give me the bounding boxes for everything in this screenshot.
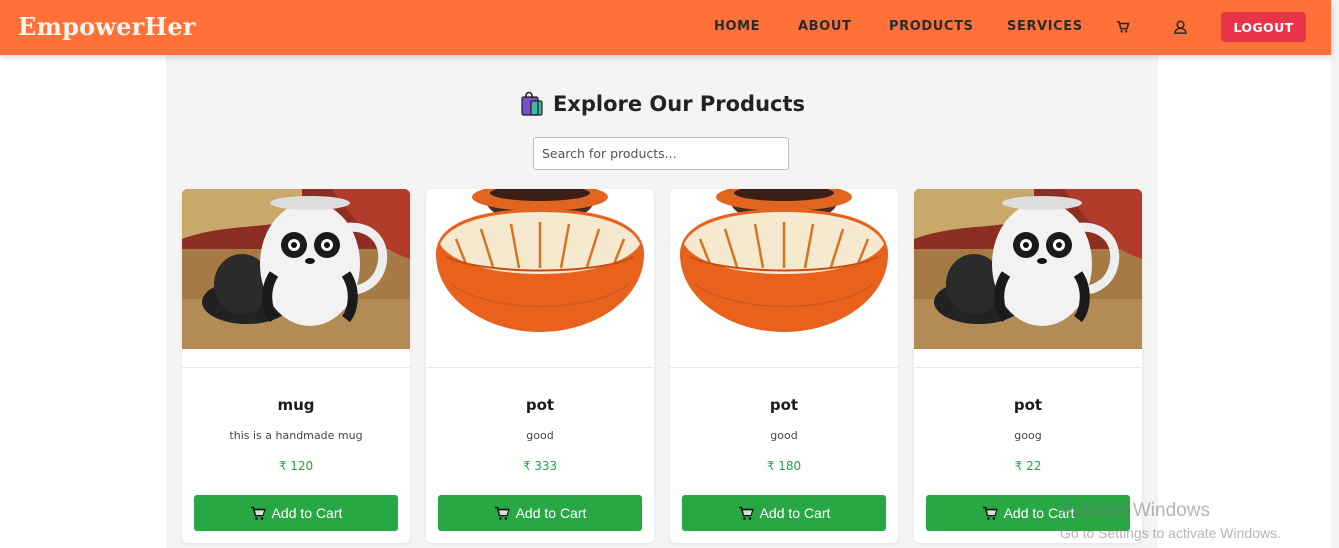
- product-card: pot good ₹ 333 Add to Cart: [426, 189, 654, 543]
- page-title: Explore Our Products: [166, 91, 1158, 117]
- product-price: ₹ 22: [1014, 459, 1042, 473]
- scrollbar[interactable]: [1331, 0, 1339, 548]
- product-card: pot goog ₹ 22 Add to Cart: [914, 189, 1142, 543]
- product-card: mug this is a handmade mug ₹ 120 Add to …: [182, 189, 410, 543]
- product-description: this is a handmade mug: [229, 429, 363, 442]
- user-icon[interactable]: [1173, 19, 1189, 35]
- navbar: EmpowerHer HOME ABOUT PRODUCTS SERVICES …: [0, 0, 1331, 55]
- product-image-pot: [670, 189, 898, 349]
- logout-button[interactable]: LOGOUT: [1221, 12, 1306, 42]
- product-image-pot: [426, 189, 654, 349]
- product-description: good: [770, 429, 798, 442]
- add-to-cart-button[interactable]: Add to Cart: [682, 495, 886, 531]
- product-image-mug: [914, 189, 1142, 349]
- cart-icon[interactable]: [1116, 19, 1132, 35]
- nav-about[interactable]: ABOUT: [798, 19, 851, 34]
- nav-home[interactable]: HOME: [714, 19, 760, 34]
- brand-logo[interactable]: EmpowerHer: [18, 12, 196, 41]
- nav-products[interactable]: PRODUCTS: [889, 19, 974, 34]
- card-divider: [914, 367, 1142, 368]
- add-to-cart-button[interactable]: Add to Cart: [926, 495, 1130, 531]
- product-image-mug: [182, 189, 410, 349]
- add-to-cart-label: Add to Cart: [759, 505, 831, 521]
- card-divider: [182, 367, 410, 368]
- page-title-text: Explore Our Products: [552, 92, 806, 116]
- product-name: mug: [277, 396, 315, 414]
- add-to-cart-label: Add to Cart: [271, 505, 343, 521]
- card-divider: [670, 367, 898, 368]
- product-name: pot: [769, 396, 799, 414]
- cart-icon: [982, 506, 998, 521]
- card-divider: [426, 367, 654, 368]
- search-input[interactable]: [533, 137, 789, 170]
- product-price: ₹ 180: [766, 459, 802, 473]
- nav-services[interactable]: SERVICES: [1007, 19, 1083, 34]
- product-description: good: [526, 429, 554, 442]
- product-price: ₹ 333: [522, 459, 558, 473]
- product-price: ₹ 120: [278, 459, 314, 473]
- add-to-cart-button[interactable]: Add to Cart: [438, 495, 642, 531]
- product-description: goog: [1014, 429, 1042, 442]
- add-to-cart-label: Add to Cart: [515, 505, 587, 521]
- cart-icon: [738, 506, 754, 521]
- cart-icon: [494, 506, 510, 521]
- product-card: pot good ₹ 180 Add to Cart: [670, 189, 898, 543]
- shopping-bag-icon: [519, 91, 545, 117]
- product-name: pot: [525, 396, 555, 414]
- product-name: pot: [1013, 396, 1043, 414]
- add-to-cart-label: Add to Cart: [1003, 505, 1075, 521]
- cart-icon: [250, 506, 266, 521]
- products-section: Explore Our Products Search for products…: [166, 55, 1158, 548]
- add-to-cart-button[interactable]: Add to Cart: [194, 495, 398, 531]
